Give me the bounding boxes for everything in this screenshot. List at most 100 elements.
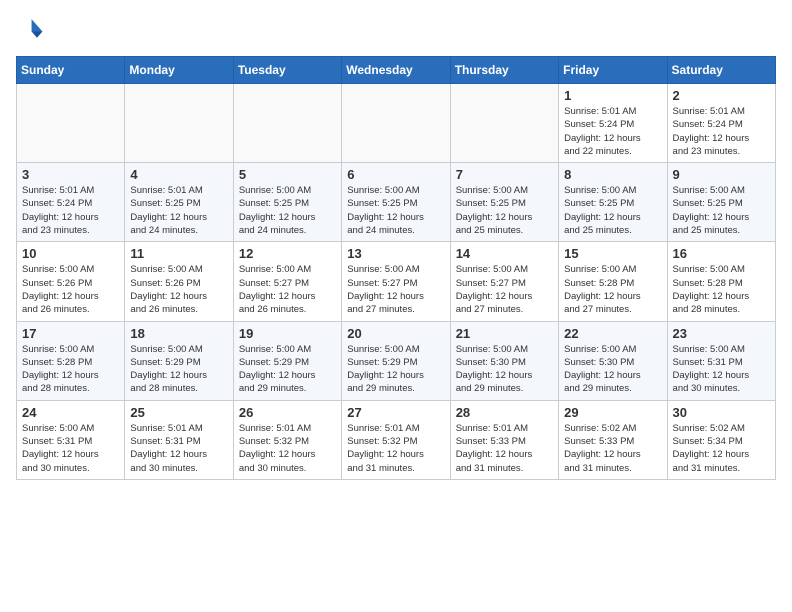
calendar-week-4: 17 Sunrise: 5:00 AM Sunset: 5:28 PM Dayli… [17, 321, 776, 400]
calendar-cell: 18 Sunrise: 5:00 AM Sunset: 5:29 PM Dayli… [125, 321, 233, 400]
calendar-cell: 30 Sunrise: 5:02 AM Sunset: 5:34 PM Dayli… [667, 400, 775, 479]
calendar-cell: 7 Sunrise: 5:00 AM Sunset: 5:25 PM Daylig… [450, 163, 558, 242]
day-info: Sunrise: 5:00 AM Sunset: 5:25 PM Dayligh… [673, 184, 770, 237]
day-number: 19 [239, 326, 336, 341]
day-info: Sunrise: 5:00 AM Sunset: 5:27 PM Dayligh… [456, 263, 553, 316]
calendar-cell: 3 Sunrise: 5:01 AM Sunset: 5:24 PM Daylig… [17, 163, 125, 242]
day-info: Sunrise: 5:01 AM Sunset: 5:24 PM Dayligh… [673, 105, 770, 158]
day-info: Sunrise: 5:02 AM Sunset: 5:34 PM Dayligh… [673, 422, 770, 475]
day-number: 30 [673, 405, 770, 420]
day-number: 22 [564, 326, 661, 341]
day-header-saturday: Saturday [667, 57, 775, 84]
calendar-cell: 26 Sunrise: 5:01 AM Sunset: 5:32 PM Dayli… [233, 400, 341, 479]
calendar-cell: 4 Sunrise: 5:01 AM Sunset: 5:25 PM Daylig… [125, 163, 233, 242]
calendar-week-1: 1 Sunrise: 5:01 AM Sunset: 5:24 PM Daylig… [17, 84, 776, 163]
calendar-cell [17, 84, 125, 163]
logo [16, 16, 48, 44]
calendar-cell: 9Sunrise: 5:00 AM Sunset: 5:25 PM Daylig… [667, 163, 775, 242]
calendar-cell: 29Sunrise: 5:02 AM Sunset: 5:33 PM Dayli… [559, 400, 667, 479]
calendar-cell: 17 Sunrise: 5:00 AM Sunset: 5:28 PM Dayli… [17, 321, 125, 400]
day-info: Sunrise: 5:01 AM Sunset: 5:33 PM Dayligh… [456, 422, 553, 475]
day-info: Sunrise: 5:00 AM Sunset: 5:27 PM Dayligh… [347, 263, 444, 316]
calendar-cell: 12 Sunrise: 5:00 AM Sunset: 5:27 PM Dayli… [233, 242, 341, 321]
calendar-week-5: 24 Sunrise: 5:00 AM Sunset: 5:31 PM Dayli… [17, 400, 776, 479]
day-number: 15 [564, 246, 661, 261]
day-info: Sunrise: 5:00 AM Sunset: 5:26 PM Dayligh… [130, 263, 227, 316]
day-info: Sunrise: 5:00 AM Sunset: 5:27 PM Dayligh… [239, 263, 336, 316]
day-info: Sunrise: 5:00 AM Sunset: 5:31 PM Dayligh… [673, 343, 770, 396]
calendar-cell: 21 Sunrise: 5:00 AM Sunset: 5:30 PM Dayli… [450, 321, 558, 400]
day-info: Sunrise: 5:01 AM Sunset: 5:24 PM Dayligh… [564, 105, 661, 158]
day-number: 2 [673, 88, 770, 103]
day-number: 1 [564, 88, 661, 103]
day-number: 4 [130, 167, 227, 182]
calendar-header-row: SundayMondayTuesdayWednesdayThursdayFrid… [17, 57, 776, 84]
calendar-cell: 16Sunrise: 5:00 AM Sunset: 5:28 PM Dayli… [667, 242, 775, 321]
day-number: 17 [22, 326, 119, 341]
calendar-cell: 11 Sunrise: 5:00 AM Sunset: 5:26 PM Dayli… [125, 242, 233, 321]
calendar-cell: 13 Sunrise: 5:00 AM Sunset: 5:27 PM Dayli… [342, 242, 450, 321]
calendar-cell: 15 Sunrise: 5:00 AM Sunset: 5:28 PM Dayli… [559, 242, 667, 321]
calendar-week-3: 10 Sunrise: 5:00 AM Sunset: 5:26 PM Dayli… [17, 242, 776, 321]
calendar-cell [342, 84, 450, 163]
calendar-cell: 1 Sunrise: 5:01 AM Sunset: 5:24 PM Daylig… [559, 84, 667, 163]
calendar-cell: 8 Sunrise: 5:00 AM Sunset: 5:25 PM Daylig… [559, 163, 667, 242]
day-header-friday: Friday [559, 57, 667, 84]
day-info: Sunrise: 5:01 AM Sunset: 5:32 PM Dayligh… [347, 422, 444, 475]
day-info: Sunrise: 5:00 AM Sunset: 5:28 PM Dayligh… [22, 343, 119, 396]
day-number: 7 [456, 167, 553, 182]
day-number: 24 [22, 405, 119, 420]
day-info: Sunrise: 5:00 AM Sunset: 5:25 PM Dayligh… [347, 184, 444, 237]
day-info: Sunrise: 5:00 AM Sunset: 5:29 PM Dayligh… [347, 343, 444, 396]
day-info: Sunrise: 5:00 AM Sunset: 5:30 PM Dayligh… [456, 343, 553, 396]
day-number: 8 [564, 167, 661, 182]
calendar-cell [450, 84, 558, 163]
day-number: 14 [456, 246, 553, 261]
calendar-cell: 20 Sunrise: 5:00 AM Sunset: 5:29 PM Dayli… [342, 321, 450, 400]
calendar-cell: 27Sunrise: 5:01 AM Sunset: 5:32 PM Dayli… [342, 400, 450, 479]
day-number: 12 [239, 246, 336, 261]
day-number: 11 [130, 246, 227, 261]
calendar-cell: 2 Sunrise: 5:01 AM Sunset: 5:24 PM Daylig… [667, 84, 775, 163]
day-number: 13 [347, 246, 444, 261]
day-info: Sunrise: 5:00 AM Sunset: 5:25 PM Dayligh… [564, 184, 661, 237]
calendar-table: SundayMondayTuesdayWednesdayThursdayFrid… [16, 56, 776, 480]
day-info: Sunrise: 5:00 AM Sunset: 5:26 PM Dayligh… [22, 263, 119, 316]
page-header [16, 16, 776, 44]
day-info: Sunrise: 5:00 AM Sunset: 5:29 PM Dayligh… [239, 343, 336, 396]
day-number: 20 [347, 326, 444, 341]
day-number: 26 [239, 405, 336, 420]
day-info: Sunrise: 5:00 AM Sunset: 5:25 PM Dayligh… [456, 184, 553, 237]
calendar-cell: 10 Sunrise: 5:00 AM Sunset: 5:26 PM Dayli… [17, 242, 125, 321]
day-info: Sunrise: 5:02 AM Sunset: 5:33 PM Dayligh… [564, 422, 661, 475]
day-header-tuesday: Tuesday [233, 57, 341, 84]
calendar-cell: 14 Sunrise: 5:00 AM Sunset: 5:27 PM Dayli… [450, 242, 558, 321]
day-info: Sunrise: 5:01 AM Sunset: 5:24 PM Dayligh… [22, 184, 119, 237]
day-number: 28 [456, 405, 553, 420]
day-number: 25 [130, 405, 227, 420]
day-info: Sunrise: 5:00 AM Sunset: 5:28 PM Dayligh… [564, 263, 661, 316]
calendar-week-2: 3 Sunrise: 5:01 AM Sunset: 5:24 PM Daylig… [17, 163, 776, 242]
day-info: Sunrise: 5:00 AM Sunset: 5:28 PM Dayligh… [673, 263, 770, 316]
logo-icon [16, 16, 44, 44]
day-number: 3 [22, 167, 119, 182]
calendar-cell: 23Sunrise: 5:00 AM Sunset: 5:31 PM Dayli… [667, 321, 775, 400]
calendar-cell [233, 84, 341, 163]
calendar-cell: 25 Sunrise: 5:01 AM Sunset: 5:31 PM Dayli… [125, 400, 233, 479]
day-number: 10 [22, 246, 119, 261]
calendar-cell: 24 Sunrise: 5:00 AM Sunset: 5:31 PM Dayli… [17, 400, 125, 479]
calendar-cell: 22 Sunrise: 5:00 AM Sunset: 5:30 PM Dayli… [559, 321, 667, 400]
day-number: 18 [130, 326, 227, 341]
day-number: 6 [347, 167, 444, 182]
day-number: 5 [239, 167, 336, 182]
calendar-cell: 6 Sunrise: 5:00 AM Sunset: 5:25 PM Daylig… [342, 163, 450, 242]
day-number: 21 [456, 326, 553, 341]
day-info: Sunrise: 5:00 AM Sunset: 5:29 PM Dayligh… [130, 343, 227, 396]
day-info: Sunrise: 5:00 AM Sunset: 5:25 PM Dayligh… [239, 184, 336, 237]
day-info: Sunrise: 5:00 AM Sunset: 5:31 PM Dayligh… [22, 422, 119, 475]
day-info: Sunrise: 5:00 AM Sunset: 5:30 PM Dayligh… [564, 343, 661, 396]
day-header-monday: Monday [125, 57, 233, 84]
day-info: Sunrise: 5:01 AM Sunset: 5:25 PM Dayligh… [130, 184, 227, 237]
day-info: Sunrise: 5:01 AM Sunset: 5:32 PM Dayligh… [239, 422, 336, 475]
day-info: Sunrise: 5:01 AM Sunset: 5:31 PM Dayligh… [130, 422, 227, 475]
